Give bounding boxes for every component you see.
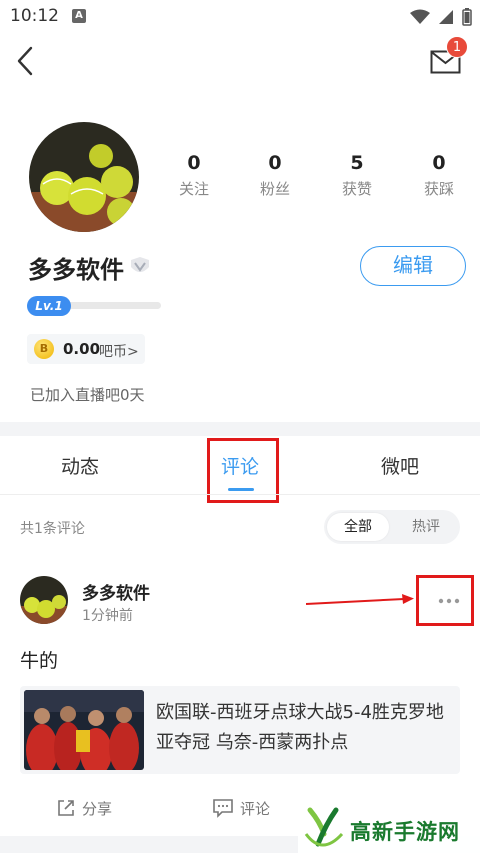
share-icon xyxy=(58,800,74,816)
level-badge: Lv.1 xyxy=(27,296,71,316)
stat-dislikes-value: 0 xyxy=(432,152,446,174)
comment-filter: 全部 热评 xyxy=(324,510,460,544)
comment-time: 1分钟前 xyxy=(82,608,133,624)
football-team-image xyxy=(24,690,144,770)
article-title: 欧国联-西班牙点球大战5-4胜克罗地亚夺冠 乌奈-西蒙两扑点 xyxy=(156,702,444,753)
reply-button[interactable]: 评论 xyxy=(212,796,270,820)
vip-badge-icon xyxy=(131,257,149,272)
battery-icon xyxy=(462,8,472,26)
notification-icon: A xyxy=(72,9,86,23)
tennis-balls-image xyxy=(20,576,68,624)
filter-hot-button[interactable]: 热评 xyxy=(396,513,456,541)
stat-dislikes-label: 获踩 xyxy=(423,180,454,198)
stat-likes-value: 5 xyxy=(350,152,364,174)
highlight-box-more xyxy=(416,575,474,626)
stat-likes[interactable]: 5 获赞 xyxy=(322,150,392,200)
stat-followers-label: 粉丝 xyxy=(259,180,290,198)
signal-icon xyxy=(439,10,453,24)
section-divider xyxy=(0,422,480,436)
status-icons xyxy=(410,7,472,27)
unread-badge: 1 xyxy=(446,36,468,58)
share-button[interactable]: 分享 xyxy=(56,796,112,820)
tab-activity[interactable]: 动态 xyxy=(61,452,99,479)
comment-username[interactable]: 多多软件 xyxy=(82,579,150,604)
stat-followers-value: 0 xyxy=(268,152,282,174)
stat-likes-label: 获赞 xyxy=(341,180,372,198)
comment-avatar[interactable] xyxy=(20,576,68,624)
back-arrow-icon xyxy=(17,46,33,76)
back-button[interactable] xyxy=(14,44,38,78)
status-bar: 10:12 A xyxy=(0,0,480,34)
coin-icon: B xyxy=(34,339,54,359)
stat-following[interactable]: 0 关注 xyxy=(159,150,229,200)
wifi-icon xyxy=(410,9,430,24)
linked-article-card[interactable]: 欧国联-西班牙点球大战5-4胜克罗地亚夺冠 乌奈-西蒙两扑点 xyxy=(20,686,460,774)
watermark: 高新手游网 xyxy=(298,802,480,853)
reply-label: 评论 xyxy=(240,799,271,818)
stat-dislikes[interactable]: 0 获踩 xyxy=(404,150,474,200)
tennis-balls-image xyxy=(29,122,139,232)
tab-microbar[interactable]: 微吧 xyxy=(381,452,419,479)
coin-unit-link: 吧币> xyxy=(99,344,139,360)
coin-value: 0.00 xyxy=(63,340,101,358)
watermark-text: 高新手游网 xyxy=(350,820,460,844)
tab-divider xyxy=(0,494,480,495)
joined-days-text: 已加入直播吧0天 xyxy=(30,386,145,404)
article-thumbnail xyxy=(24,690,144,770)
filter-all-button[interactable]: 全部 xyxy=(327,513,389,541)
status-time: 10:12 xyxy=(10,6,59,26)
stat-following-label: 关注 xyxy=(178,180,209,198)
watermark-logo-icon xyxy=(304,807,344,847)
stat-following-value: 0 xyxy=(187,152,201,174)
level-progress-bar xyxy=(60,302,161,309)
annotation-arrow xyxy=(306,594,414,605)
comment-text: 牛的 xyxy=(20,650,59,672)
comment-icon xyxy=(213,799,233,818)
share-label: 分享 xyxy=(82,799,113,818)
coin-balance[interactable]: B 0.00 吧币> xyxy=(27,334,145,364)
profile-avatar[interactable] xyxy=(29,122,139,232)
profile-username: 多多软件 xyxy=(28,256,124,284)
stat-followers[interactable]: 0 粉丝 xyxy=(240,150,310,200)
edit-profile-button[interactable]: 编辑 xyxy=(360,246,466,286)
comment-count: 共1条评论 xyxy=(20,521,85,537)
